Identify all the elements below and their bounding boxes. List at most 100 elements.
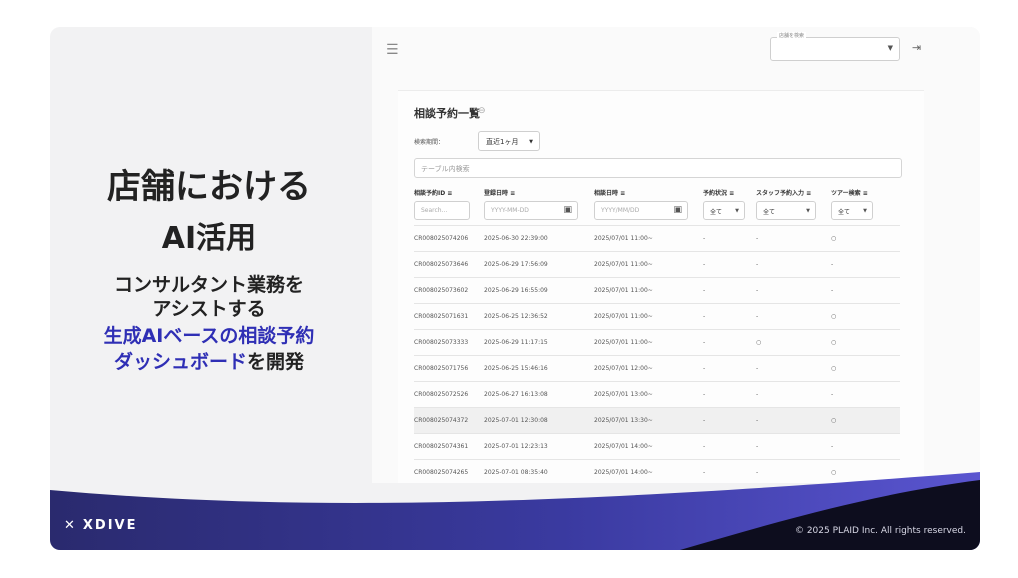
column-header-id[interactable]: 相談予約ID ≡ — [414, 188, 452, 197]
cell-registered: 2025-07-01 12:23:13 — [484, 443, 548, 450]
cell-id: CR008025071631 — [414, 313, 469, 320]
cell-tour: ○ — [831, 313, 837, 320]
cell-registered: 2025-06-29 17:56:09 — [484, 261, 548, 268]
cell-id: CR008025072526 — [414, 391, 469, 398]
table-row[interactable]: CR008025073646 2025-06-29 17:56:09 2025/07… — [414, 251, 900, 277]
slide-subtitle-line2: アシストする — [152, 298, 266, 320]
table-row[interactable]: CR008025074206 2025-06-30 22:39:00 2025/07… — [414, 225, 900, 251]
presentation-slide: 店舗における AI活用 コンサルタント業務を アシストする 生成AIベースの相談… — [50, 27, 980, 550]
cell-consult: 2025/07/01 11:00~ — [594, 235, 653, 242]
logout-icon[interactable]: ⇥ — [912, 41, 921, 54]
staff-filter-select[interactable]: 全て ▼ — [756, 201, 816, 220]
table-row[interactable]: CR008025071631 2025-06-25 12:36:52 2025/07… — [414, 303, 900, 329]
page-title: 相談予約一覧 — [414, 107, 480, 120]
cell-staff: - — [756, 365, 759, 372]
cell-id: CR008025074206 — [414, 235, 469, 242]
cell-tour: ○ — [831, 235, 837, 242]
brand-name: XDIVE — [82, 518, 138, 533]
cell-consult: 2025/07/01 13:30~ — [594, 417, 653, 424]
cell-status: - — [703, 235, 706, 242]
cell-registered: 2025-06-27 16:13:08 — [484, 391, 548, 398]
registered-date-filter[interactable]: YYYY-MM-DD ▣ — [484, 201, 578, 220]
cell-status: - — [703, 391, 706, 398]
chevron-down-icon: ▼ — [887, 44, 893, 52]
cell-staff: - — [756, 443, 759, 450]
cell-staff: ○ — [756, 339, 762, 346]
reservation-table-body: CR008025074206 2025-06-30 22:39:00 2025/07… — [414, 225, 900, 483]
cell-consult: 2025/07/01 13:00~ — [594, 391, 653, 398]
cell-consult: 2025/07/01 11:00~ — [594, 313, 653, 320]
chevron-down-icon: ▼ — [735, 208, 739, 214]
cell-consult: 2025/07/01 11:00~ — [594, 261, 653, 268]
cell-status: - — [703, 261, 706, 268]
link-icon[interactable]: ⊖ — [478, 106, 486, 116]
reservation-card: 相談予約一覧 ⊖ 検索期間： 直近1ヶ月 ▼ テーブル内検索 相談予約ID ≡ … — [398, 90, 924, 483]
cell-staff: - — [756, 313, 759, 320]
cell-registered: 2025-06-25 15:46:16 — [484, 365, 548, 372]
cell-tour: ○ — [831, 339, 837, 346]
cell-id: CR008025073646 — [414, 261, 469, 268]
cell-staff: - — [756, 417, 759, 424]
xdive-logo: ✕ XDIVE — [64, 518, 138, 533]
column-header-registered[interactable]: 登録日時 ≡ — [484, 188, 515, 197]
cell-tour: ○ — [831, 417, 837, 424]
table-row[interactable]: CR008025071756 2025-06-25 15:46:16 2025/07… — [414, 355, 900, 381]
cell-tour: - — [831, 261, 834, 268]
dashboard-screenshot: ☰ 店舗を検索 ▼ ⇥ 相談予約一覧 ⊖ 検索期間： 直近1ヶ月 ▼ テーブル内… — [372, 27, 980, 483]
cell-staff: - — [756, 261, 759, 268]
cell-consult: 2025/07/01 12:00~ — [594, 365, 653, 372]
tour-filter-select[interactable]: 全て ▼ — [831, 201, 873, 220]
cell-tour: ○ — [831, 365, 837, 372]
store-search-select[interactable]: 店舗を検索 ▼ — [770, 32, 900, 61]
cell-consult: 2025/07/01 11:00~ — [594, 339, 653, 346]
cell-tour: - — [831, 287, 834, 294]
column-header-staff[interactable]: スタッフ予約入力 ≡ — [756, 188, 811, 197]
cell-registered: 2025-06-29 11:17:15 — [484, 339, 548, 346]
menu-icon[interactable]: ☰ — [386, 42, 399, 58]
xdive-logo-icon: ✕ — [64, 518, 77, 533]
calendar-icon[interactable]: ▣ — [563, 205, 572, 215]
cell-id: CR008025074372 — [414, 417, 469, 424]
calendar-icon[interactable]: ▣ — [673, 205, 682, 215]
table-search-input[interactable]: テーブル内検索 — [414, 158, 902, 178]
cell-registered: 2025-07-01 12:30:08 — [484, 417, 548, 424]
status-filter-select[interactable]: 全て ▼ — [703, 201, 745, 220]
table-row[interactable]: CR008025074361 2025-07-01 12:23:13 2025/07… — [414, 433, 900, 459]
period-value: 直近1ヶ月 — [486, 138, 519, 146]
cell-id: CR008025073333 — [414, 339, 469, 346]
subtitle-highlight: ダッシュボード — [113, 351, 247, 373]
table-row[interactable]: CR008025072526 2025-06-27 16:13:08 2025/07… — [414, 381, 900, 407]
id-filter-input[interactable]: Search... — [414, 201, 470, 220]
cell-registered: 2025-06-30 22:39:00 — [484, 235, 548, 242]
cell-staff: - — [756, 235, 759, 242]
subtitle-rest: を開発 — [247, 351, 305, 373]
table-row[interactable]: CR008025074372 2025-07-01 12:30:08 2025/07… — [414, 407, 900, 433]
cell-registered: 2025-06-29 16:55:09 — [484, 287, 548, 294]
chevron-down-icon: ▼ — [529, 139, 533, 145]
column-header-consult[interactable]: 相談日時 ≡ — [594, 188, 625, 197]
period-select[interactable]: 直近1ヶ月 ▼ — [478, 131, 540, 151]
column-header-tour[interactable]: ツアー検索 ≡ — [831, 188, 868, 197]
slide-title-line2: AI活用 — [161, 221, 257, 256]
cell-staff: - — [756, 287, 759, 294]
cell-id: CR008025071756 — [414, 365, 469, 372]
cell-tour: - — [831, 391, 834, 398]
table-search-placeholder: テーブル内検索 — [421, 165, 470, 173]
slide-subtitle-line3: 生成AIベースの相談予約 — [103, 325, 315, 347]
copyright-text: © 2025 PLAID Inc. All rights reserved. — [794, 526, 966, 536]
cell-registered: 2025-06-25 12:36:52 — [484, 313, 548, 320]
column-header-status[interactable]: 予約状況 ≡ — [703, 188, 734, 197]
table-row[interactable]: CR008025073602 2025-06-29 16:55:09 2025/07… — [414, 277, 900, 303]
store-search-label: 店舗を検索 — [777, 32, 807, 39]
cell-consult: 2025/07/01 14:00~ — [594, 443, 653, 450]
footer-band — [50, 472, 980, 550]
cell-staff: - — [756, 391, 759, 398]
cell-id: CR008025074361 — [414, 443, 469, 450]
cell-status: - — [703, 339, 706, 346]
consult-date-filter[interactable]: YYYY/MM/DD ▣ — [594, 201, 688, 220]
table-row[interactable]: CR008025073333 2025-06-29 11:17:15 2025/07… — [414, 329, 900, 355]
slide-subtitle-line4: ダッシュボードを開発 — [50, 350, 368, 374]
cell-status: - — [703, 417, 706, 424]
period-label: 検索期間： — [414, 139, 445, 146]
slide-subtitle-line1: コンサルタント業務を — [113, 274, 304, 296]
